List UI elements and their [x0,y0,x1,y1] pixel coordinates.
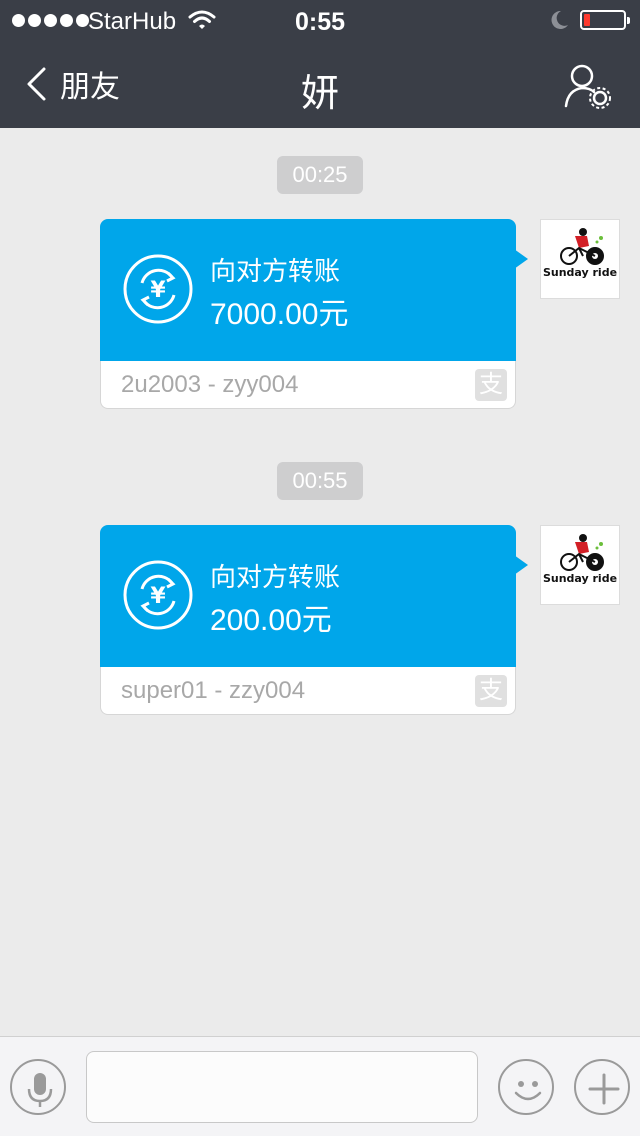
transfer-card-footer: super01 - zzy004 支 [100,667,516,715]
alipay-icon: 支 [475,369,507,401]
top-bar: StarHub 0:55 朋友 妍 [0,0,640,128]
message-timestamp: 00:25 [277,156,363,194]
message-text-field[interactable] [86,1051,478,1123]
emoji-button[interactable] [498,1059,554,1115]
do-not-disturb-moon-icon [551,10,568,29]
transfer-card-footer: 2u2003 - zyy004 支 [100,361,516,409]
transfer-note: super01 - zzy004 [121,677,306,704]
transfer-message-card[interactable]: ¥ 向对方转账 7000.00元 2u2003 - zyy004 支 [100,219,528,409]
message-timestamp: 00:55 [277,462,363,500]
cyclist-icon [560,228,604,265]
transfer-message-card[interactable]: ¥ 向对方转账 200.00元 super01 - zzy004 支 [100,525,528,715]
transfer-label: 向对方转账 [210,562,341,592]
avatar[interactable]: Sunday ride [540,219,620,299]
svg-text:¥: ¥ [150,584,166,609]
avatar[interactable]: Sunday ride [540,525,620,605]
cyclist-icon [560,534,604,571]
microphone-icon [27,1073,53,1107]
transfer-yuan-icon: ¥ [123,560,193,630]
more-options-button[interactable] [574,1059,630,1115]
voice-input-button[interactable] [10,1059,66,1115]
chat-title: 妍 [300,73,339,115]
message-input-bar [0,1036,640,1136]
plus-icon [588,1073,620,1105]
svg-text:¥: ¥ [150,278,166,303]
navigation-bar: 朋友 妍 [0,40,640,128]
bubble-tail [514,555,528,575]
transfer-label: 向对方转账 [210,256,341,286]
transfer-note: 2u2003 - zyy004 [121,371,299,398]
transfer-amount: 7000.00元 [210,298,349,331]
status-bar: StarHub 0:55 [0,0,640,40]
bubble-tail [514,249,528,269]
contact-settings-icon[interactable] [562,62,614,110]
avatar-logo-text: Sunday ride [542,572,618,585]
battery-icon [580,10,630,30]
avatar-logo-text: Sunday ride [542,266,618,279]
transfer-card-header: ¥ 向对方转账 200.00元 [100,525,516,667]
alipay-icon: 支 [475,675,507,707]
status-time: 0:55 [294,8,346,36]
transfer-yuan-icon: ¥ [123,254,193,324]
transfer-amount: 200.00元 [210,604,332,637]
transfer-card-header: ¥ 向对方转账 7000.00元 [100,219,516,361]
smiley-icon [514,1081,542,1101]
